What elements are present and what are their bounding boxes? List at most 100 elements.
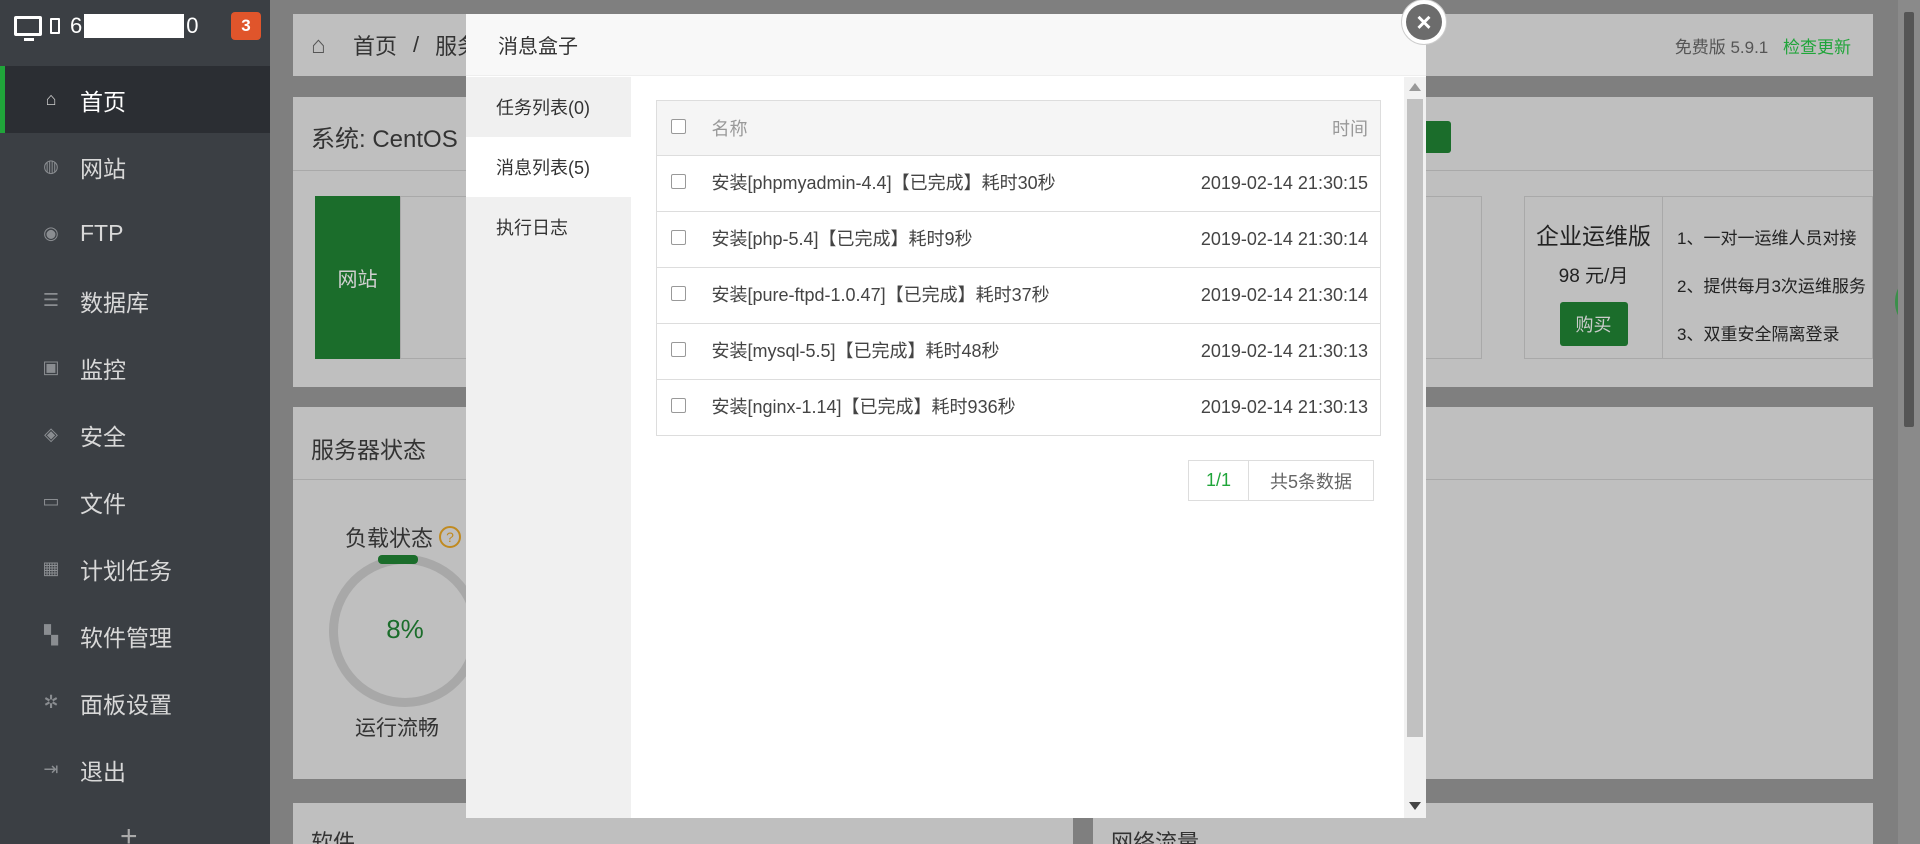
dialog-body: 任务列表(0) 消息列表(5) 执行日志 名称 时间 安装[phpmyadmin…: [466, 77, 1426, 818]
message-time: 2019-02-14 21:30:14: [1151, 211, 1381, 268]
load-percent: 8%: [386, 614, 424, 644]
breadcrumb-home[interactable]: 首页: [353, 29, 397, 61]
sidebar-item-database[interactable]: ☰ 数据库: [0, 267, 270, 334]
table-header: 名称 时间: [656, 100, 1381, 156]
current-page[interactable]: 1/1: [1189, 461, 1249, 500]
table-row: 安装[mysql-5.5]【已完成】耗时48秒 2019-02-14 21:30…: [656, 323, 1381, 380]
folder-icon: ▭: [42, 491, 60, 511]
close-icon: ×: [1406, 4, 1442, 40]
tab-message-list[interactable]: 消息列表(5): [466, 137, 631, 197]
table-row: 安装[pure-ftpd-1.0.47]【已完成】耗时37秒 2019-02-1…: [656, 267, 1381, 324]
load-gauge-fill: [378, 555, 418, 564]
table-row: 安装[phpmyadmin-4.4]【已完成】耗时30秒 2019-02-14 …: [656, 155, 1381, 212]
message-name: 安装[phpmyadmin-4.4]【已完成】耗时30秒: [711, 155, 1152, 212]
grid-icon: ▚: [44, 625, 58, 645]
plan-features: 1、一对一运维人员对接 2、提供每月3次运维服务 3、双重安全隔离登录: [1677, 215, 1866, 359]
sidebar-item-monitor[interactable]: ▣ 监控: [0, 334, 270, 401]
version-info: 免费版 5.9.1 检查更新: [1675, 33, 1851, 58]
row-select-cell: [656, 379, 712, 436]
sidebar-item-security[interactable]: ◈ 安全: [0, 401, 270, 468]
server-status-title: 服务器状态: [311, 437, 426, 463]
tab-task-list[interactable]: 任务列表(0): [466, 77, 631, 137]
plan-feature: 2、提供每月3次运维服务: [1677, 277, 1866, 296]
software-title: 软件: [311, 830, 356, 844]
check-update-link[interactable]: 检查更新: [1783, 38, 1851, 57]
select-all-checkbox[interactable]: [671, 118, 686, 134]
monitor-icon: ▣: [42, 357, 60, 377]
plan-name: 企业运维版: [1536, 223, 1651, 249]
row-checkbox[interactable]: [671, 174, 686, 189]
message-time: 2019-02-14 21:30:13: [1151, 323, 1381, 380]
column-name: 名称: [711, 100, 1152, 156]
plan-feature: 3、双重安全隔离登录: [1677, 325, 1840, 344]
home-icon[interactable]: ⌂: [311, 32, 339, 59]
row-checkbox[interactable]: [671, 398, 686, 413]
sidebar-nav: ⌂ 首页 ◍ 网站 ◉ FTP ☰ 数据库 ▣ 监控 ◈ 安全 ▭ 文件 ▦ 计划任务 ▚ 软件管…: [0, 66, 270, 803]
sidebar-item-ftp[interactable]: ◉ FTP: [0, 200, 270, 267]
dialog-title: 消息盒子: [466, 14, 1426, 76]
device-icon: [50, 18, 60, 34]
buy-button[interactable]: 购买: [1559, 302, 1628, 346]
row-select-cell: [656, 211, 712, 268]
sidebar-item-settings[interactable]: ✲ 面板设置: [0, 669, 270, 736]
sidebar-item-cron[interactable]: ▦ 计划任务: [0, 535, 270, 602]
sidebar-item-logout[interactable]: ⇥ 退出: [0, 736, 270, 803]
load-state: 运行流畅: [355, 717, 439, 740]
sidebar: 6 0 3 ⌂ 首页 ◍ 网站 ◉ FTP ☰ 数据库 ▣ 监控 ◈ 安全 ▭ 文件 ▦ 计划任…: [0, 0, 270, 844]
ftp-icon: ◉: [43, 223, 59, 243]
monitor-icon: [14, 16, 42, 41]
table-row: 安装[php-5.4]【已完成】耗时9秒 2019-02-14 21:30:14: [656, 211, 1381, 268]
message-table: 名称 时间 安装[phpmyadmin-4.4]【已完成】耗时30秒 2019-…: [656, 100, 1381, 436]
database-icon: ☰: [42, 290, 60, 310]
row-checkbox[interactable]: [671, 286, 686, 301]
scroll-down-icon[interactable]: [1409, 802, 1421, 810]
sidebar-item-home[interactable]: ⌂ 首页: [0, 66, 270, 133]
pagination: 1/1 共5条数据: [1188, 460, 1374, 501]
page-scrollbar[interactable]: [1898, 0, 1920, 844]
row-select-cell: [656, 323, 712, 380]
message-time: 2019-02-14 21:30:14: [1151, 267, 1381, 324]
dialog-scrollbar[interactable]: [1404, 77, 1426, 818]
message-list-panel: 名称 时间 安装[phpmyadmin-4.4]【已完成】耗时30秒 2019-…: [631, 77, 1426, 818]
scroll-up-icon[interactable]: [1409, 83, 1421, 91]
plan-feature: 1、一对一运维人员对接: [1677, 229, 1857, 248]
page-scrollbar-thumb[interactable]: [1904, 12, 1914, 427]
plan-price: 98 元/月: [1558, 266, 1629, 287]
sidebar-item-files[interactable]: ▭ 文件: [0, 468, 270, 535]
row-checkbox[interactable]: [671, 342, 686, 357]
server-ip: 6 0: [70, 13, 199, 38]
sidebar-item-software[interactable]: ▚ 软件管理: [0, 602, 270, 669]
row-select-cell: [656, 267, 712, 324]
load-gauge: 8%: [329, 555, 481, 707]
row-checkbox[interactable]: [671, 230, 686, 245]
message-name: 安装[pure-ftpd-1.0.47]【已完成】耗时37秒: [711, 267, 1152, 324]
add-icon[interactable]: +: [120, 820, 138, 844]
load-label: 负载状态 ?: [345, 521, 462, 553]
table-row: 安装[nginx-1.14]【已完成】耗时936秒 2019-02-14 21:…: [656, 379, 1381, 436]
message-name: 安装[php-5.4]【已完成】耗时9秒: [711, 211, 1152, 268]
calendar-icon: ▦: [42, 558, 60, 578]
globe-icon: ◍: [43, 156, 59, 176]
system-title: 系统: CentOS: [311, 126, 458, 153]
help-icon[interactable]: ?: [439, 526, 462, 548]
network-title: 网络流量: [1111, 830, 1200, 844]
row-select-cell: [656, 155, 712, 212]
ip-redaction: [84, 14, 185, 38]
close-button[interactable]: ×: [1402, 0, 1446, 44]
dialog-tabs: 任务列表(0) 消息列表(5) 执行日志: [466, 77, 631, 818]
tab-exec-log[interactable]: 执行日志: [466, 197, 631, 257]
message-name: 安装[mysql-5.5]【已完成】耗时48秒: [711, 323, 1152, 380]
server-header: 6 0: [0, 0, 270, 52]
enterprise-plan-summary: 企业运维版 98 元/月 购买: [1525, 197, 1663, 358]
breadcrumb-separator: /: [413, 32, 420, 57]
message-name: 安装[nginx-1.14]【已完成】耗时936秒: [711, 379, 1152, 436]
message-time: 2019-02-14 21:30:15: [1151, 155, 1381, 212]
message-box-dialog: 消息盒子 任务列表(0) 消息列表(5) 执行日志 名称 时间 安装[phpmy…: [466, 14, 1426, 818]
site-tile[interactable]: 网站: [315, 196, 400, 359]
enterprise-plan: 企业运维版 98 元/月 购买 1、一对一运维人员对接 2、提供每月3次运维服务…: [1524, 196, 1873, 359]
select-all-cell: [656, 100, 712, 156]
notification-badge[interactable]: 3: [231, 12, 261, 40]
dialog-scrollbar-thumb[interactable]: [1407, 99, 1423, 737]
message-time: 2019-02-14 21:30:13: [1151, 379, 1381, 436]
sidebar-item-website[interactable]: ◍ 网站: [0, 133, 270, 200]
